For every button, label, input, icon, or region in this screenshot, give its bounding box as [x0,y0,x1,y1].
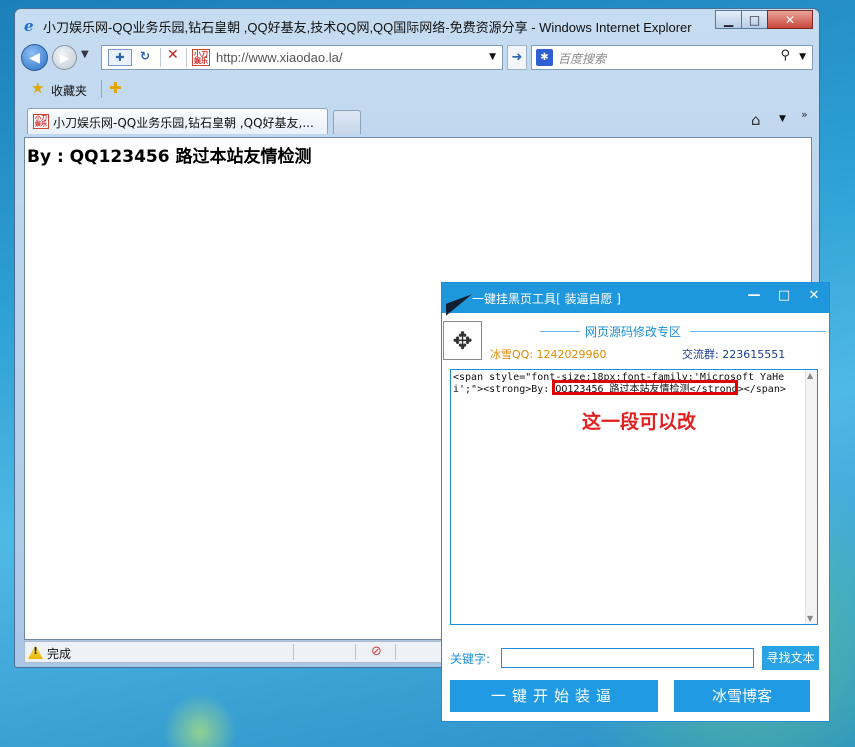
warning-icon: ! [28,645,43,659]
new-tab-button[interactable] [333,110,361,134]
more-tools-chevron-icon[interactable]: » [801,108,808,121]
favorites-bar: ★ 收藏夹 ✚ [21,77,813,101]
compatibility-view-icon[interactable]: ✚ [108,49,132,66]
search-placeholder[interactable]: 百度搜索 [558,50,606,67]
section-divider-left [540,331,580,332]
favorites-separator [101,80,102,98]
tool-maximize-button[interactable]: □ [774,288,794,303]
history-dropdown-icon[interactable]: ▼ [81,49,89,60]
tab-title[interactable]: 小刀娱乐网-QQ业务乐园,钻石皇朝 ,QQ好基友,... [53,114,314,131]
hack-tool-window: 一键挂黑页工具[ 装逼自愿 ] — □ ✕ ✥ 网页源码修改专区 冰雪QQ: 1… [441,282,830,722]
annotation-text: 这一段可以改 [582,411,697,433]
favorites-button[interactable]: 收藏夹 [51,82,87,99]
tool-logo-icon [446,294,472,316]
group-info: 交流群: 223615551 [682,348,786,361]
scroll-up-icon[interactable]: ▲ [807,371,813,380]
desktop-wallpaper-leaf [160,690,240,747]
minimize-button[interactable]: ▁ [715,10,742,29]
navigation-bar: ◀ ▶ ▼ ✚ ↻ ✕ 小刀娱乐 http://www.xiaodao.la/ … [21,44,813,72]
add-favorite-icon[interactable]: ✚ [109,79,122,97]
search-box[interactable]: ✱ 百度搜索 ⚲ ▼ [531,45,813,70]
baidu-paw-icon: ✱ [536,49,553,66]
ie-logo-icon: e [24,17,34,35]
page-heading: By : QQ123456 路过本站友情检测 [27,147,312,167]
status-separator [395,644,396,660]
home-icon[interactable]: ⌂ [751,111,761,129]
start-button[interactable]: 一键开始装逼 [450,680,658,712]
tool-title: 一键挂黑页工具[ 装逼自愿 ] [472,292,621,306]
status-separator [293,644,294,660]
maximize-button[interactable]: □ [741,10,768,29]
tool-titlebar: 一键挂黑页工具[ 装逼自愿 ] — □ ✕ [442,283,829,316]
tab-favicon-icon: 小刀娱乐 [33,114,49,129]
keyword-label: 关键字: [450,652,491,666]
blog-button[interactable]: 冰雪博客 [674,680,810,712]
home-dropdown-icon[interactable]: ▼ [779,114,786,124]
search-dropdown-icon[interactable]: ▼ [799,52,806,62]
address-url[interactable]: http://www.xiaodao.la/ [216,50,342,65]
browser-titlebar: e 小刀娱乐网-QQ业务乐园,钻石皇朝 ,QQ好基友,技术QQ网,QQ国际网络-… [15,9,819,39]
close-button[interactable]: ✕ [767,10,813,29]
favorites-star-icon[interactable]: ★ [31,79,44,97]
forward-button[interactable]: ▶ [52,45,77,70]
code-scrollbar[interactable]: ▲ ▼ [805,370,817,624]
search-icon[interactable]: ⚲ [780,48,790,63]
address-separator [160,48,161,67]
privacy-icon[interactable]: ⊘ [371,644,382,659]
status-text: 完成 [47,647,72,661]
window-title: 小刀娱乐网-QQ业务乐园,钻石皇朝 ,QQ好基友,技术QQ网,QQ国际网络-免费… [43,20,692,35]
highlight-box [552,380,738,395]
section-title: 网页源码修改专区 [585,325,682,339]
tool-minimize-button[interactable]: — [744,288,764,303]
status-separator [355,644,356,660]
site-favicon-icon: 小刀娱乐 [192,49,210,66]
tool-close-button[interactable]: ✕ [804,288,824,303]
go-button[interactable]: ➜ [507,45,527,70]
address-bar[interactable]: ✚ ↻ ✕ 小刀娱乐 http://www.xiaodao.la/ ▼ [101,45,503,70]
refresh-icon[interactable]: ↻ [140,49,150,63]
tab-bar: 小刀娱乐 小刀娱乐网-QQ业务乐园,钻石皇朝 ,QQ好基友,... ⌂ ▼ » [21,106,813,134]
move-arrows-icon: ✥ [443,321,482,360]
tab-xiaodao[interactable]: 小刀娱乐 小刀娱乐网-QQ业务乐园,钻石皇朝 ,QQ好基友,... [27,108,328,134]
section-divider-right [690,331,826,332]
stop-icon[interactable]: ✕ [167,47,179,63]
qq-info: 冰雪QQ: 1242029960 [490,348,607,361]
back-button[interactable]: ◀ [21,44,48,71]
keyword-input[interactable] [501,648,754,668]
address-dropdown-icon[interactable]: ▼ [489,52,496,62]
find-text-button[interactable]: 寻找文本 [762,646,819,670]
address-separator [186,48,187,67]
scroll-down-icon[interactable]: ▼ [807,614,813,623]
